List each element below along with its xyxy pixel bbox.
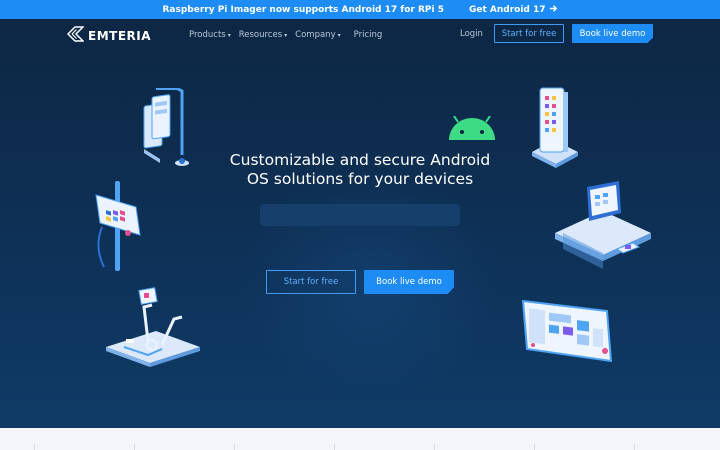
login-link[interactable]: Login <box>460 29 483 39</box>
emteria-logo-icon <box>66 26 85 46</box>
hero-input-placeholder-bar <box>260 204 460 226</box>
tablet-stand-illustration <box>138 85 194 177</box>
nav-book-demo-button[interactable]: Book live demo <box>572 24 653 43</box>
arrow-right-icon <box>549 4 558 16</box>
divider <box>534 444 535 450</box>
hero-start-free-button[interactable]: Start for free <box>266 270 356 294</box>
nav-item-label: Pricing <box>353 30 383 40</box>
caret-down-icon: ▾ <box>284 31 288 39</box>
divider <box>334 444 335 450</box>
nav-item-pricing[interactable]: Pricing <box>354 30 383 40</box>
next-section-strip <box>0 428 720 450</box>
divider <box>634 444 635 450</box>
pos-terminal-illustration <box>553 181 653 281</box>
divider <box>134 444 135 450</box>
hero-headline-line1: Customizable and secure Android <box>229 151 491 169</box>
logo-text: EMTERIA <box>88 29 152 43</box>
hero-headline-line2: OS solutions for your devices <box>246 170 474 188</box>
dashboard-panel-illustration <box>519 295 615 369</box>
nav-item-label: Resources <box>238 30 283 40</box>
nav-menu: Products ▾ Resources ▾ Company ▾ Pricing <box>189 30 382 40</box>
banner-text: Raspberry Pi Imager now supports Android… <box>162 4 444 15</box>
exercise-bike-illustration <box>104 285 202 373</box>
hero-headline: Customizable and secure Android OS solut… <box>200 151 520 189</box>
main-nav: EMTERIA Products ▾ Resources ▾ Company ▾… <box>0 19 720 54</box>
nav-item-label: Products <box>189 30 226 40</box>
divider <box>434 444 435 450</box>
medical-tablet-illustration <box>88 177 144 279</box>
hero-section: EMTERIA Products ▾ Resources ▾ Company ▾… <box>0 19 720 428</box>
nav-item-resources[interactable]: Resources ▾ <box>239 30 287 40</box>
hero-book-demo-button[interactable]: Book live demo <box>364 270 454 294</box>
nav-item-company[interactable]: Company ▾ <box>295 30 340 40</box>
logo[interactable]: EMTERIA <box>66 26 152 46</box>
banner-cta-label: Get Android 17 <box>468 4 546 15</box>
announcement-banner: Raspberry Pi Imager now supports Android… <box>0 0 720 19</box>
nav-start-free-button[interactable]: Start for free <box>494 24 564 43</box>
kiosk-tower-illustration <box>528 82 582 178</box>
nav-item-products[interactable]: Products ▾ <box>189 30 231 40</box>
divider <box>34 444 35 450</box>
banner-cta-link[interactable]: Get Android 17 <box>469 4 558 16</box>
nav-item-label: Company <box>295 30 336 40</box>
divider <box>234 444 235 450</box>
android-logo-icon <box>446 115 498 146</box>
caret-down-icon: ▾ <box>337 31 341 39</box>
caret-down-icon: ▾ <box>227 31 231 39</box>
